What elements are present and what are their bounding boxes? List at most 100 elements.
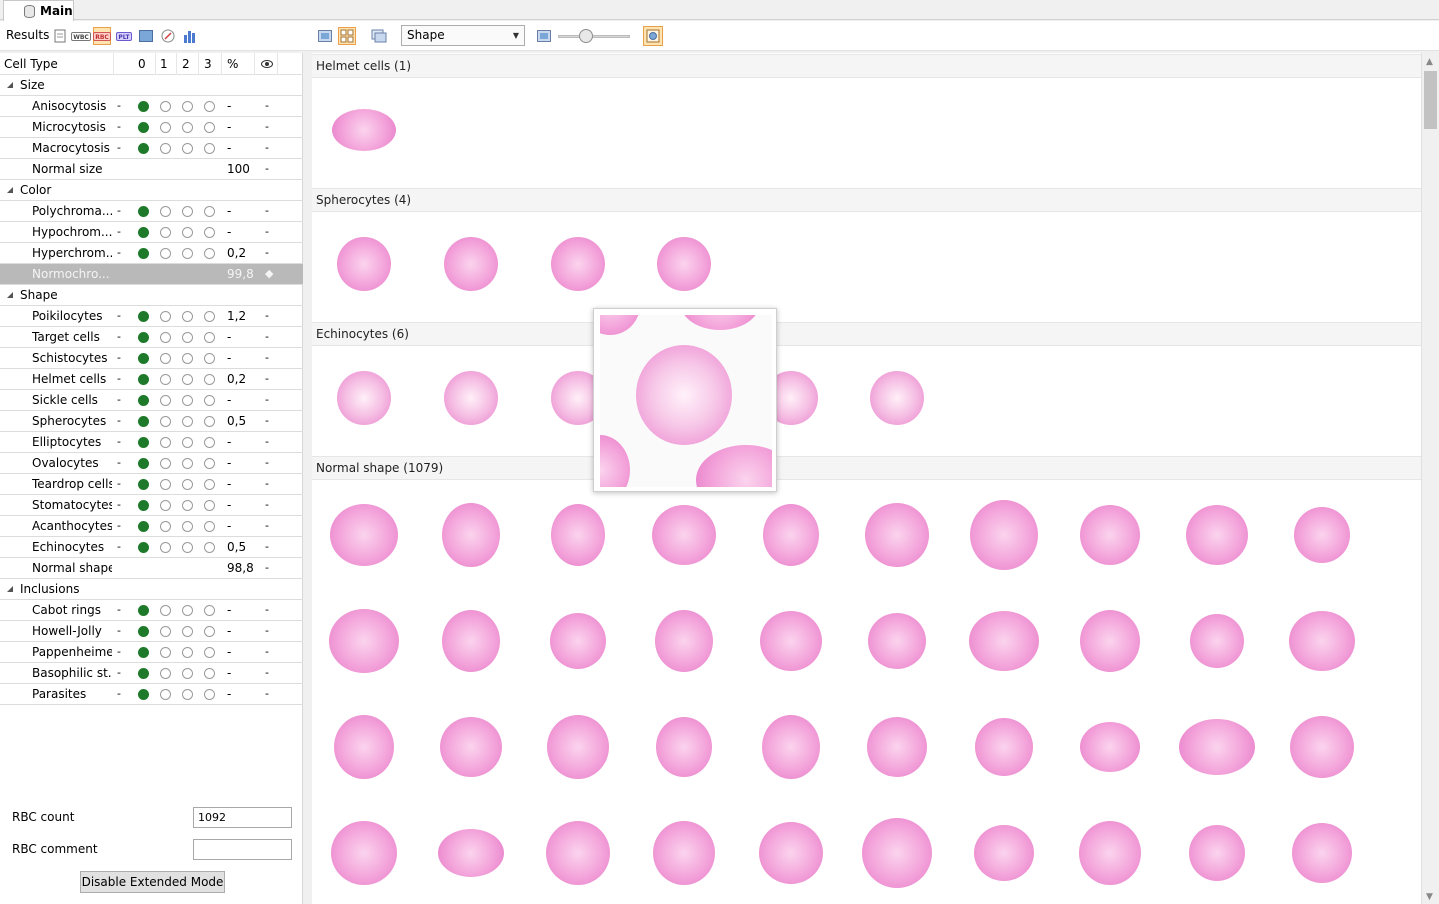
cell-thumbnail[interactable] xyxy=(444,237,498,291)
scroll-down-icon[interactable]: ▼ xyxy=(1426,892,1433,902)
table-row[interactable]: Sickle cells - - - xyxy=(0,390,303,411)
visibility-toggle[interactable]: - xyxy=(265,204,269,217)
collapse-triangle-icon[interactable] xyxy=(7,292,13,298)
cell-thumbnail[interactable] xyxy=(1080,722,1140,772)
visibility-toggle[interactable]: - xyxy=(265,666,269,679)
cell-thumbnail[interactable] xyxy=(1294,507,1350,563)
table-row[interactable]: Parasites - - - xyxy=(0,684,303,705)
group-header[interactable]: Shape xyxy=(0,285,303,306)
cell-thumbnail[interactable] xyxy=(868,613,926,669)
header-percent[interactable]: % xyxy=(227,57,238,71)
rbc-count-field[interactable]: 1092 xyxy=(193,807,292,828)
grade-radio-3[interactable] xyxy=(204,143,215,154)
table-row[interactable]: Microcytosis - - - xyxy=(0,117,303,138)
grade-radio-1[interactable] xyxy=(160,101,171,112)
cell-thumbnail[interactable] xyxy=(442,610,500,672)
sort-select[interactable]: Shape ▼ xyxy=(401,25,525,46)
cell-thumbnail[interactable] xyxy=(1190,614,1244,668)
visibility-toggle[interactable]: - xyxy=(265,414,269,427)
histogram-icon[interactable] xyxy=(181,27,199,45)
visibility-toggle[interactable]: - xyxy=(265,141,269,154)
table-row[interactable]: Hypochrom... - - - xyxy=(0,222,303,243)
grade-radio-0[interactable] xyxy=(138,416,149,427)
cell-thumbnail[interactable] xyxy=(1179,719,1255,775)
grade-radio-3[interactable] xyxy=(204,416,215,427)
cell-thumbnail[interactable] xyxy=(1079,821,1141,885)
table-row[interactable]: Anisocytosis - - - xyxy=(0,96,303,117)
cell-thumbnail[interactable] xyxy=(329,609,399,673)
grade-radio-2[interactable] xyxy=(182,647,193,658)
grade-radio-3[interactable] xyxy=(204,458,215,469)
visibility-toggle[interactable]: - xyxy=(265,225,269,238)
grade-radio-3[interactable] xyxy=(204,227,215,238)
table-row[interactable]: Basophilic st... - - - xyxy=(0,663,303,684)
grade-radio-1[interactable] xyxy=(160,521,171,532)
grade-radio-0[interactable] xyxy=(138,437,149,448)
visibility-toggle[interactable]: - xyxy=(265,246,269,259)
group-header[interactable]: Color xyxy=(0,180,303,201)
grade-radio-1[interactable] xyxy=(160,248,171,259)
grade-radio-2[interactable] xyxy=(182,101,193,112)
table-row[interactable]: Acanthocytes - - - xyxy=(0,516,303,537)
visibility-toggle[interactable]: - xyxy=(265,645,269,658)
grade-radio-3[interactable] xyxy=(204,500,215,511)
grade-radio-3[interactable] xyxy=(204,521,215,532)
grade-radio-1[interactable] xyxy=(160,605,171,616)
grade-radio-3[interactable] xyxy=(204,101,215,112)
table-row[interactable]: Stomatocytes - - - xyxy=(0,495,303,516)
grade-radio-0[interactable] xyxy=(138,500,149,511)
visibility-toggle[interactable]: - xyxy=(265,99,269,112)
header-grade-3[interactable]: 3 xyxy=(204,57,212,71)
cell-thumbnail[interactable] xyxy=(438,829,504,877)
grade-radio-2[interactable] xyxy=(182,479,193,490)
table-row[interactable]: Echinocytes -0,5- xyxy=(0,537,303,558)
cell-thumbnail[interactable] xyxy=(1292,823,1352,883)
grade-radio-0[interactable] xyxy=(138,374,149,385)
grade-radio-1[interactable] xyxy=(160,122,171,133)
group-header[interactable]: Size xyxy=(0,75,303,96)
grade-radio-2[interactable] xyxy=(182,437,193,448)
grade-radio-2[interactable] xyxy=(182,227,193,238)
cell-thumbnail[interactable] xyxy=(1080,505,1140,565)
scrollbar-thumb[interactable] xyxy=(1424,71,1437,129)
grade-radio-1[interactable] xyxy=(160,437,171,448)
grade-radio-2[interactable] xyxy=(182,458,193,469)
grade-radio-2[interactable] xyxy=(182,206,193,217)
grade-radio-3[interactable] xyxy=(204,206,215,217)
grade-radio-3[interactable] xyxy=(204,605,215,616)
grade-radio-0[interactable] xyxy=(138,353,149,364)
cell-thumbnail[interactable] xyxy=(337,371,391,425)
table-row[interactable]: Target cells - - - xyxy=(0,327,303,348)
collapse-triangle-icon[interactable] xyxy=(7,187,13,193)
rbc-icon[interactable]: RBC xyxy=(93,27,111,45)
grade-radio-1[interactable] xyxy=(160,227,171,238)
table-row[interactable]: Teardrop cells - - - xyxy=(0,474,303,495)
compass-icon[interactable] xyxy=(159,27,177,45)
table-row[interactable]: Cabot rings - - - xyxy=(0,600,303,621)
cell-thumbnail[interactable] xyxy=(656,717,712,777)
grade-radio-1[interactable] xyxy=(160,374,171,385)
table-row[interactable]: Normochro... 99,8 ◆ xyxy=(0,264,303,285)
grade-radio-2[interactable] xyxy=(182,311,193,322)
cell-thumbnail[interactable] xyxy=(547,715,609,779)
table-row[interactable]: Pappenheimer - - - xyxy=(0,642,303,663)
grade-radio-1[interactable] xyxy=(160,395,171,406)
grade-radio-0[interactable] xyxy=(138,689,149,700)
grade-radio-2[interactable] xyxy=(182,500,193,511)
cell-thumbnail[interactable] xyxy=(551,504,605,566)
cell-thumbnail[interactable] xyxy=(655,610,713,672)
visibility-toggle[interactable]: - xyxy=(265,351,269,364)
report-icon[interactable] xyxy=(51,27,69,45)
cell-thumbnail[interactable] xyxy=(331,821,397,885)
cell-thumbnail[interactable] xyxy=(444,371,498,425)
single-view-icon[interactable] xyxy=(316,27,334,45)
cell-thumbnail[interactable] xyxy=(1186,505,1248,565)
grade-radio-2[interactable] xyxy=(182,248,193,259)
cell-thumbnail[interactable] xyxy=(870,371,924,425)
visibility-toggle[interactable]: - xyxy=(265,393,269,406)
cell-thumbnail[interactable] xyxy=(337,237,391,291)
grade-radio-1[interactable] xyxy=(160,626,171,637)
grade-radio-2[interactable] xyxy=(182,626,193,637)
plt-icon[interactable]: PLT xyxy=(115,27,133,45)
collapse-triangle-icon[interactable] xyxy=(7,82,13,88)
